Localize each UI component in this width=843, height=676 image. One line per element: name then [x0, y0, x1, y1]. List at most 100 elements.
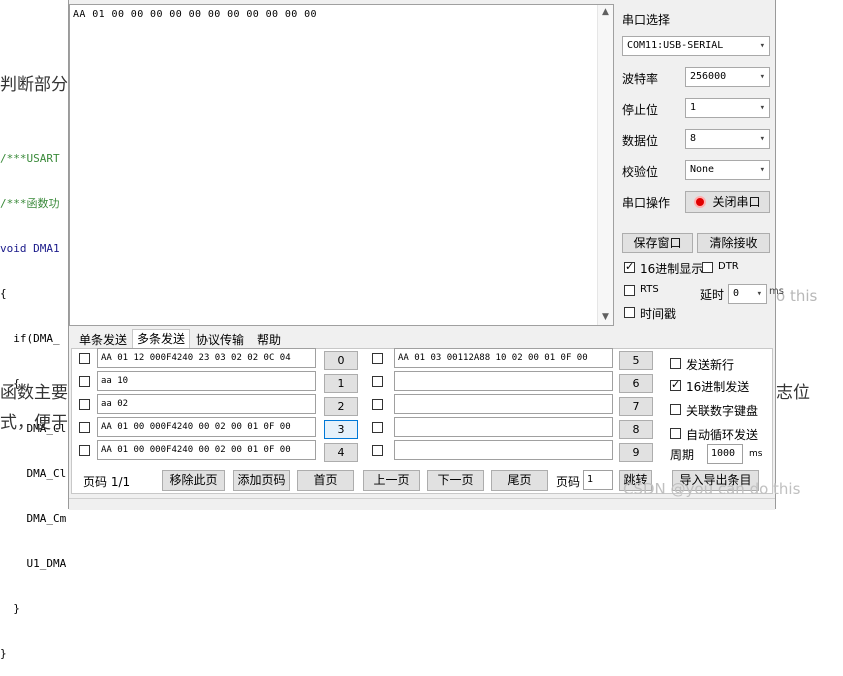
- remove-page-button[interactable]: 移除此页: [162, 470, 225, 491]
- clear-receive-button[interactable]: 清除接收: [697, 233, 770, 253]
- hex-send-label: 16进制发送: [686, 380, 750, 394]
- right-send-button[interactable]: 7: [619, 397, 653, 416]
- right-row-checkbox[interactable]: [372, 399, 383, 410]
- send-newline-label: 发送新行: [686, 358, 735, 372]
- stop-bits-select[interactable]: 1 ▾: [685, 98, 770, 118]
- tab-protocol[interactable]: 协议传输: [191, 331, 249, 349]
- left-row-checkbox[interactable]: [79, 376, 90, 387]
- chevron-down-icon: ▾: [759, 72, 765, 82]
- tab-single-send[interactable]: 单条发送: [74, 331, 132, 349]
- period-input[interactable]: 1000: [707, 444, 743, 464]
- rts-label: RTS: [640, 284, 659, 295]
- rts-checkbox[interactable]: [624, 285, 635, 296]
- close-port-label: 关闭串口: [712, 195, 761, 209]
- receive-text: AA 01 00 00 00 00 00 00 00 00 00 00 00: [73, 9, 317, 20]
- right-row-checkbox[interactable]: [372, 445, 383, 456]
- left-send-button[interactable]: 0: [324, 351, 358, 370]
- port-status-icon: [694, 196, 707, 208]
- last-page-button[interactable]: 尾页: [491, 470, 548, 491]
- right-row-checkbox[interactable]: [372, 422, 383, 433]
- link-keyboard-checkbox[interactable]: [670, 404, 681, 415]
- left-row-checkbox[interactable]: [79, 399, 90, 410]
- delay-value: 0: [733, 288, 740, 299]
- send-tabs: 单条发送 多条发送 协议传输 帮助: [69, 329, 775, 349]
- right-send-button[interactable]: 6: [619, 374, 653, 393]
- link-keyboard-label: 关联数字键盘: [686, 404, 759, 418]
- timestamp-checkbox[interactable]: [624, 307, 635, 318]
- data-bits-value: 8: [690, 133, 697, 144]
- right-send-field[interactable]: [394, 394, 613, 414]
- prev-page-button[interactable]: 上一页: [363, 470, 420, 491]
- serial-assistant-window: AA 01 00 00 00 00 00 00 00 00 00 00 00 ▲…: [68, 0, 784, 510]
- left-row-checkbox[interactable]: [79, 353, 90, 364]
- right-send-button[interactable]: 8: [619, 420, 653, 439]
- chevron-down-icon: ▾: [759, 134, 765, 144]
- send-newline-checkbox[interactable]: [670, 358, 681, 369]
- delay-select[interactable]: 0 ▾: [728, 284, 767, 304]
- article-text-1: 函数主要: [0, 383, 68, 403]
- left-send-field[interactable]: aa 02: [97, 394, 316, 414]
- data-bits-select[interactable]: 8 ▾: [685, 129, 770, 149]
- period-label: 周期: [670, 448, 695, 462]
- left-row-checkbox[interactable]: [79, 445, 90, 456]
- delay-unit: ms: [769, 286, 784, 297]
- receive-area[interactable]: AA 01 00 00 00 00 00 00 00 00 00 00 00 ▲…: [69, 4, 614, 326]
- baud-label: 波特率: [622, 72, 659, 86]
- tab-help[interactable]: 帮助: [251, 331, 287, 349]
- left-row-checkbox[interactable]: [79, 422, 90, 433]
- right-send-field[interactable]: [394, 440, 613, 460]
- chevron-down-icon: ▾: [756, 289, 762, 299]
- right-send-field[interactable]: [394, 371, 613, 391]
- delay-label: 延时: [700, 288, 725, 302]
- receive-scrollbar[interactable]: ▲ ▼: [597, 5, 613, 325]
- add-page-button[interactable]: 添加页码: [233, 470, 290, 491]
- parity-label: 校验位: [622, 165, 659, 179]
- left-send-field[interactable]: AA 01 00 000F4240 00 02 00 01 0F 00: [97, 440, 316, 460]
- article-text-right: 志位: [776, 383, 810, 403]
- page-input-label: 页码: [556, 475, 581, 489]
- page-input[interactable]: 1: [583, 470, 613, 490]
- dtr-checkbox[interactable]: [702, 262, 713, 273]
- tab-multi-send[interactable]: 多条发送: [132, 329, 190, 349]
- port-select-value: COM11:USB-SERIAL: [627, 40, 724, 51]
- left-send-button[interactable]: 2: [324, 397, 358, 416]
- auto-loop-label: 自动循环发送: [686, 428, 759, 442]
- chevron-down-icon: ▾: [759, 41, 765, 51]
- stop-bits-value: 1: [690, 102, 697, 113]
- scroll-down-icon[interactable]: ▼: [598, 310, 613, 325]
- parity-select[interactable]: None ▾: [685, 160, 770, 180]
- port-select-label: 串口选择: [622, 13, 671, 27]
- save-window-button[interactable]: 保存窗口: [622, 233, 693, 253]
- right-row-checkbox[interactable]: [372, 353, 383, 364]
- hex-display-label: 16进制显示: [640, 262, 704, 276]
- stop-bits-label: 停止位: [622, 103, 659, 117]
- left-send-field[interactable]: AA 01 12 000F4240 23 03 02 02 0C 04: [97, 348, 316, 368]
- parity-value: None: [690, 164, 715, 175]
- first-page-button[interactable]: 首页: [297, 470, 354, 491]
- right-row-checkbox[interactable]: [372, 376, 383, 387]
- auto-loop-checkbox[interactable]: [670, 428, 681, 439]
- left-send-button[interactable]: 4: [324, 443, 358, 462]
- left-send-field[interactable]: AA 01 00 000F4240 00 02 00 01 0F 00: [97, 417, 316, 437]
- baud-select[interactable]: 256000 ▾: [685, 67, 770, 87]
- close-port-button[interactable]: 关闭串口: [685, 191, 770, 213]
- port-select[interactable]: COM11:USB-SERIAL ▾: [622, 36, 770, 56]
- dtr-label: DTR: [718, 261, 739, 272]
- period-unit: ms: [749, 449, 763, 459]
- scroll-up-icon[interactable]: ▲: [598, 5, 613, 20]
- right-send-button[interactable]: 5: [619, 351, 653, 370]
- right-send-button[interactable]: 9: [619, 443, 653, 462]
- csdn-watermark: CSDN @you can do this: [623, 480, 801, 498]
- port-operation-label: 串口操作: [622, 196, 671, 210]
- chevron-down-icon: ▾: [759, 103, 765, 113]
- right-send-field[interactable]: [394, 417, 613, 437]
- next-page-button[interactable]: 下一页: [427, 470, 484, 491]
- left-send-button[interactable]: 3: [324, 420, 358, 439]
- hex-display-checkbox[interactable]: [624, 260, 635, 273]
- status-bar: [69, 498, 775, 510]
- right-send-field[interactable]: AA 01 03 00112A88 10 02 00 01 0F 00: [394, 348, 613, 368]
- page-indicator: 页码 1/1: [83, 475, 131, 489]
- left-send-field[interactable]: aa 10: [97, 371, 316, 391]
- left-send-button[interactable]: 1: [324, 374, 358, 393]
- hex-send-checkbox[interactable]: [670, 378, 681, 391]
